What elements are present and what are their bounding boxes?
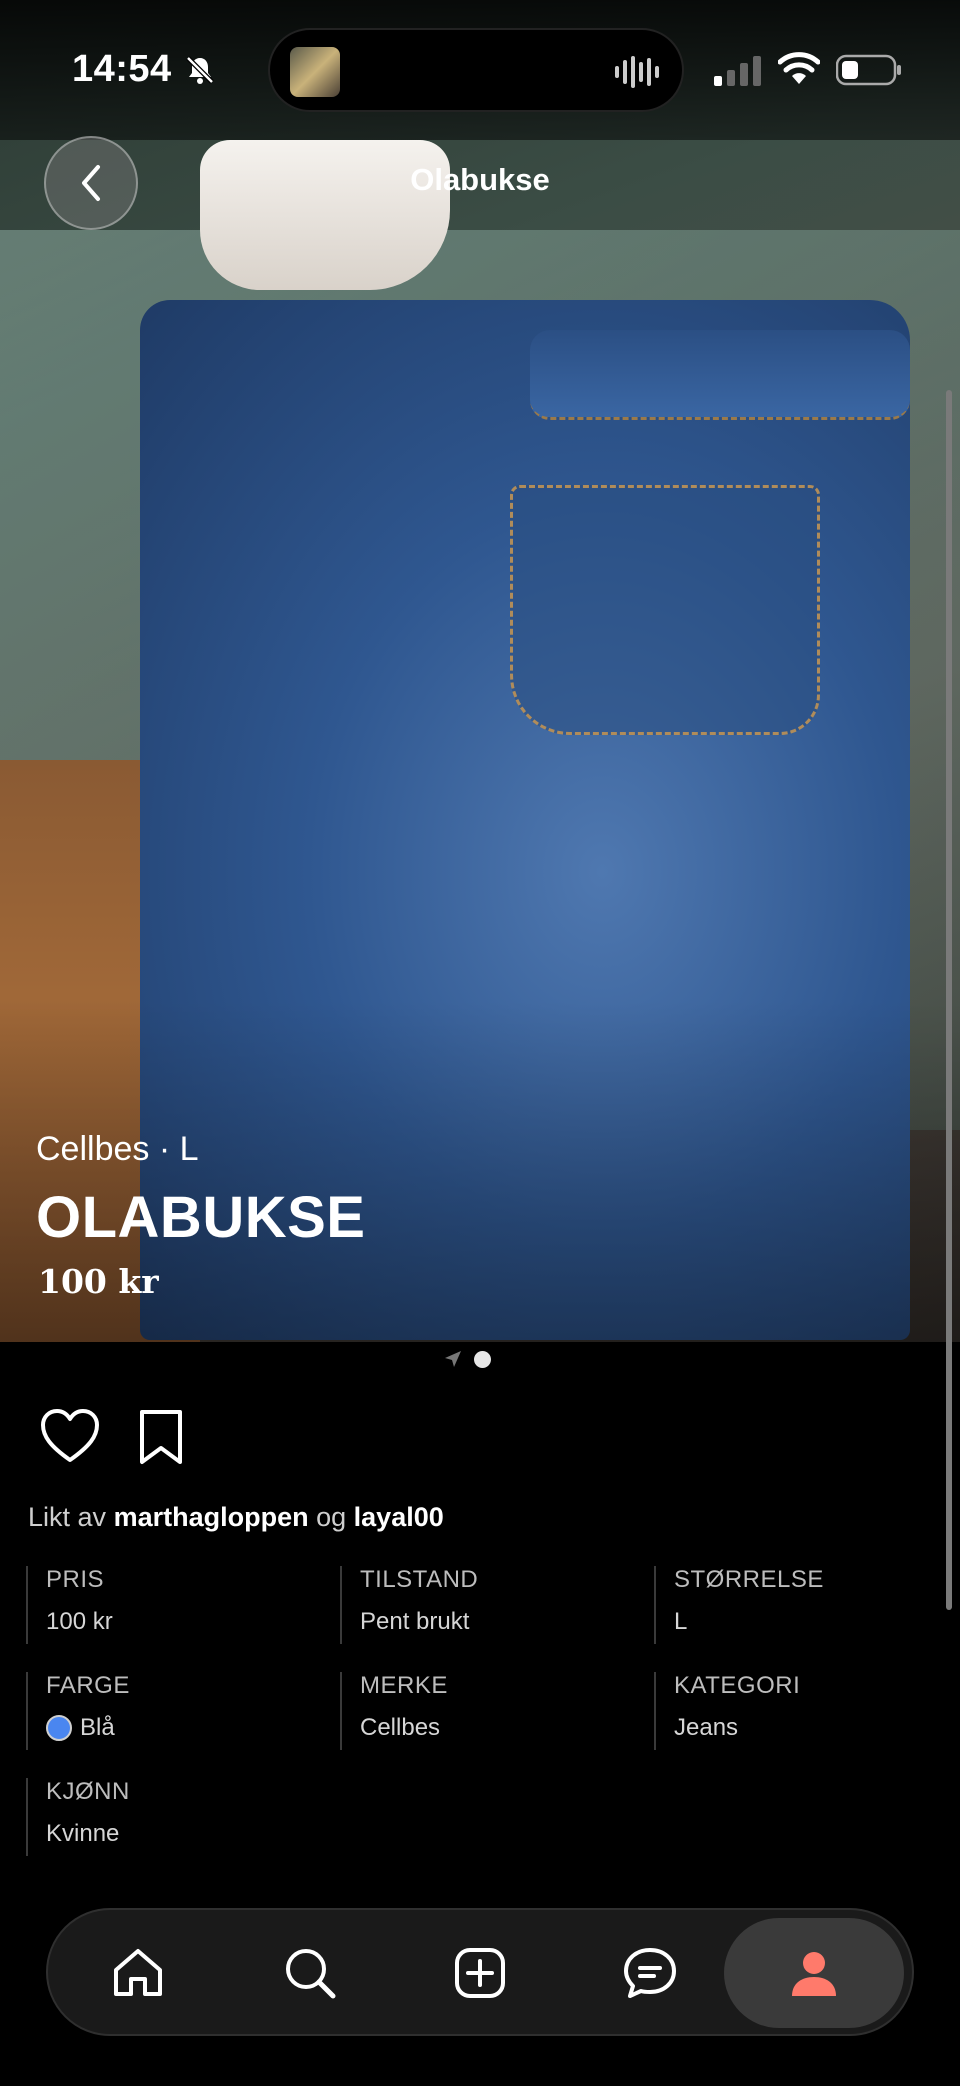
add-icon [455,1948,505,1998]
liked-by-user[interactable]: marthagloppen [114,1502,309,1532]
tab-home[interactable] [82,1918,194,2028]
messages-icon [624,1948,676,1998]
chevron-left-icon [82,165,100,201]
like-heart-icon[interactable] [40,1408,100,1464]
attr-value-text: 100 kr [46,1608,113,1635]
dynamic-island[interactable] [268,28,684,112]
status-bar: 14:54 [0,0,960,140]
attr-price: PRIS 100 kr [26,1566,113,1644]
attr-size: STØRRELSE L [654,1566,824,1644]
bell-muted-icon [186,56,214,84]
attr-value-text: Pent brukt [360,1608,470,1635]
bottom-nav [46,1908,914,2036]
photo-jeans-waistband [530,330,910,420]
attr-color: FARGE Blå [26,1672,130,1750]
liked-by-prefix: Likt av [28,1502,107,1532]
tab-profile[interactable] [724,1918,904,2028]
page-title: Olabukse [410,162,550,197]
pager-dot-active[interactable] [474,1350,491,1368]
listing-title: OLABUKSE [36,1185,366,1250]
tab-search[interactable] [254,1918,366,2028]
liked-by-joiner: og [316,1502,347,1532]
tab-messages[interactable] [594,1918,706,2028]
attr-value: Jeans [674,1714,800,1742]
audio-waveform-icon [615,56,659,88]
attr-label: STØRRELSE [674,1566,824,1593]
liked-by-user[interactable]: layal00 [354,1502,444,1532]
tab-add-listing[interactable] [424,1918,536,2028]
status-time: 14:54 [72,48,172,90]
attr-value: Cellbes [360,1714,448,1742]
attr-value: Blå [46,1714,130,1742]
save-bookmark-icon[interactable] [136,1408,186,1466]
back-button[interactable] [44,136,138,230]
attr-brand: MERKE Cellbes [340,1672,448,1750]
attr-label: MERKE [360,1672,448,1699]
color-swatch [46,1715,72,1741]
photo-jeans-pocket [510,485,820,735]
battery-icon [836,54,901,86]
attr-value-text: L [674,1608,688,1635]
profile-icon [792,1952,836,1996]
home-icon [114,1949,162,1996]
wifi-icon [778,52,820,84]
attr-label: PRIS [46,1566,105,1593]
attr-label: KJØNN [46,1778,130,1805]
attr-value: Kvinne [46,1820,130,1848]
attr-value-text: Kvinne [46,1820,120,1847]
attr-value-text: Cellbes [360,1714,441,1741]
attr-value: L [674,1608,824,1636]
attr-value-text: Blå [80,1714,115,1741]
scrollbar[interactable] [946,390,952,1610]
liked-by-text: Likt av marthagloppen og layal00 [28,1502,444,1533]
attr-label: TILSTAND [360,1566,479,1593]
attr-value-text: Jeans [674,1714,739,1741]
cellular-signal-icon [714,56,761,86]
listing-brand-size: Cellbes · L [36,1130,199,1168]
attr-condition: TILSTAND Pent brukt [340,1566,478,1644]
now-playing-artwork [290,47,340,97]
attr-value: 100 kr [46,1608,113,1636]
location-arrow-icon [445,1351,461,1367]
attr-label: FARGE [46,1672,130,1699]
attr-gender: KJØNN Kvinne [26,1778,130,1856]
image-pager[interactable] [444,1350,491,1368]
listing-price: 100 kr [38,1262,159,1301]
attr-value: Pent brukt [360,1608,478,1636]
search-icon [286,1949,336,1999]
attr-label: KATEGORI [674,1672,801,1699]
attr-category: KATEGORI Jeans [654,1672,800,1750]
